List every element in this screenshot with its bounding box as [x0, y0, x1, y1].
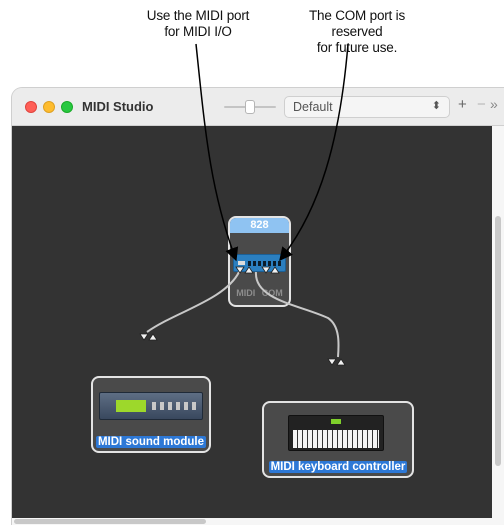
slider-thumb[interactable]	[245, 100, 255, 114]
midi-callout-line-1: Use the MIDI port	[146, 8, 250, 23]
module-knobs	[152, 402, 196, 410]
add-button[interactable]: +	[458, 96, 467, 113]
module-lcd	[116, 400, 146, 412]
keyboard-controller-device[interactable]: MIDI keyboard controller	[262, 401, 414, 478]
configuration-value: Default	[293, 100, 333, 114]
midi-callout-line-2: for MIDI I/O	[164, 24, 232, 39]
horizontal-scrollbar[interactable]	[12, 518, 504, 525]
icon-size-slider[interactable]	[224, 100, 276, 114]
up-down-chevron-icon: ⬍	[431, 100, 441, 112]
com-callout-line-1: The COM port is reserved	[308, 8, 406, 39]
audio-interface-device[interactable]: 828 MIDI COM	[228, 216, 291, 307]
close-button[interactable]	[25, 101, 37, 113]
minimize-button[interactable]	[43, 101, 55, 113]
remove-button[interactable]: −	[477, 96, 486, 113]
device-name: MIDI sound module	[95, 436, 207, 448]
window-title: MIDI Studio	[82, 99, 154, 114]
com-callout-line-2: for future use.	[316, 40, 398, 55]
zoom-button[interactable]	[61, 101, 73, 113]
configuration-popup[interactable]: Default ⬍	[284, 96, 450, 118]
device-label: MIDI sound module	[93, 436, 209, 448]
sound-module-icon	[99, 392, 203, 420]
midi-studio-window: MIDI Studio Default ⬍ + − » 828 MIDI COM	[12, 88, 504, 525]
vertical-scrollbar[interactable]	[492, 126, 504, 518]
port-labels: MIDI COM	[230, 288, 289, 298]
toolbar-overflow-button[interactable]: »	[490, 96, 498, 112]
port-label-com: COM	[261, 288, 283, 298]
keyboard-icon	[288, 415, 384, 451]
rack-unit-icon	[233, 254, 286, 272]
port-label-midi: MIDI	[236, 288, 256, 298]
device-name: 828	[250, 219, 269, 231]
sound-module-device[interactable]: MIDI sound module	[91, 376, 211, 453]
unit-led	[238, 261, 245, 265]
com-port-callout: The COM port is reserved for future use.	[282, 8, 432, 56]
device-header: 828	[230, 218, 289, 233]
unit-jacks	[248, 261, 282, 266]
device-label: MIDI keyboard controller	[264, 461, 412, 473]
midi-port-callout: Use the MIDI port for MIDI I/O	[118, 8, 278, 40]
keyboard-keys	[293, 430, 379, 448]
keyboard-lcd	[331, 419, 341, 424]
horizontal-scroll-thumb[interactable]	[14, 519, 206, 524]
midi-canvas[interactable]: 828 MIDI COM MIDI sound module MIDI keyb…	[12, 126, 492, 518]
device-name: MIDI keyboard controller	[268, 461, 408, 473]
vertical-scroll-thumb[interactable]	[495, 216, 501, 466]
title-bar: MIDI Studio Default ⬍ + − »	[12, 88, 504, 126]
